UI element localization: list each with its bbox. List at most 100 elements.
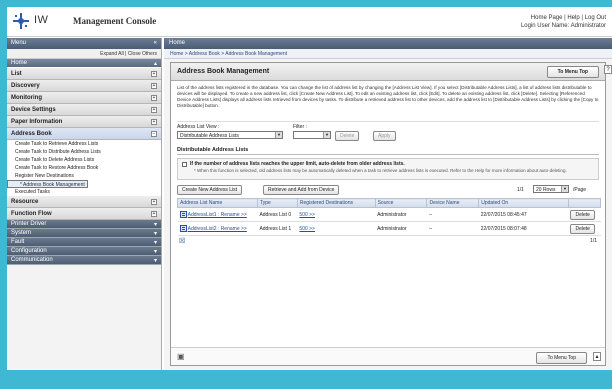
retrieve-from-device-button[interactable]: Retrieve and Add from Device — [263, 185, 340, 195]
home-page-link[interactable]: Home Page — [531, 15, 563, 21]
menu-group-communication[interactable]: Communication ▾ — [7, 256, 161, 265]
source-cell: Administrator — [375, 207, 427, 222]
menu-group-fault[interactable]: Fault ▾ — [7, 238, 161, 247]
filter-select[interactable]: ▼ — [293, 131, 331, 139]
col-updated[interactable]: Updated On — [478, 198, 569, 208]
updated-cell: 22/07/2015 08:45:47 — [478, 207, 569, 222]
col-type[interactable]: Type — [256, 198, 298, 208]
login-user: Login User Name: Administrator — [520, 23, 606, 29]
panel-footer: ▣ To Menu Top ▴ — [171, 347, 605, 365]
brand-name: IW — [34, 14, 49, 26]
delete-row-button[interactable]: Delete — [570, 223, 595, 234]
menu-group-system[interactable]: System ▾ — [7, 229, 161, 238]
auto-delete-checkbox[interactable] — [182, 162, 187, 167]
page-suffix: /Page — [573, 187, 587, 193]
page-indicator: 1/1 — [517, 187, 524, 193]
list-type: Address List 0 — [257, 207, 298, 222]
address-list-view-select[interactable]: Distributable Address Lists ▼ — [177, 131, 283, 139]
device-cell: -- — [426, 207, 479, 222]
help-icon[interactable]: ? — [604, 65, 612, 74]
section-title: Distributable Address Lists — [177, 147, 599, 155]
to-menu-top-bottom-button[interactable]: To Menu Top — [536, 352, 587, 364]
collapse-icon: − — [151, 131, 157, 137]
menu-item-restore-book[interactable]: Create Task to Restore Address Book — [7, 164, 161, 172]
list-actions: Create New Address List Retrieve and Add… — [177, 184, 599, 196]
table-footer: ☒ 1/1 — [177, 236, 599, 246]
expand-close-links[interactable]: Expand All | Close Others — [7, 49, 161, 59]
logout-link[interactable]: Log Out — [585, 15, 606, 21]
header-links: Home Page | Help | Log Out Login User Na… — [520, 15, 606, 29]
page-title: Address Book Management — [177, 68, 270, 75]
address-list-name-link[interactable]: AddressList1 : Rename >> — [188, 212, 247, 218]
updated-cell: 22/07/2015 08:07:48 — [478, 221, 569, 236]
menu-group-printer-driver[interactable]: Printer Driver ▾ — [7, 220, 161, 229]
address-list-name-link[interactable]: AddressList2 : Rename >> — [188, 226, 247, 232]
page-top-icon[interactable]: ▣ — [177, 352, 185, 361]
menu-cat-function-flow[interactable]: Function Flow + — [7, 208, 161, 220]
col-destinations[interactable]: Registered Destinations — [296, 198, 376, 208]
expand-icon: + — [151, 119, 157, 125]
delete-row-button[interactable]: Delete — [570, 209, 595, 220]
menu-item-retrieve-lists[interactable]: Create Task to Retrieve Address Lists — [7, 140, 161, 148]
panel-title-bar: Address Book Management To Menu Top — [171, 63, 605, 81]
menu-cat-resource[interactable]: Resource + — [7, 196, 161, 208]
menu-item-delete-lists[interactable]: Create Task to Delete Address Lists — [7, 156, 161, 164]
destinations-link[interactable]: 500 >> — [297, 207, 376, 222]
expand-icon: + — [151, 211, 157, 217]
menu-cat-device-settings[interactable]: Device Settings + — [7, 104, 161, 116]
delete-filter-button[interactable]: Delete — [335, 131, 360, 141]
col-name[interactable]: Address List Name — [177, 198, 258, 208]
expand-icon: + — [151, 107, 157, 113]
create-address-list-button[interactable]: Create New Address List — [177, 185, 243, 195]
rows-per-page-select[interactable]: 20 Rows ▼ — [533, 185, 569, 193]
col-action — [567, 198, 602, 208]
scroll-up-icon[interactable]: ▴ — [593, 352, 601, 361]
menu-cat-discovery[interactable]: Discovery + — [7, 80, 161, 92]
table-row: AddressList1 : Rename >> Address List 0 … — [177, 207, 601, 222]
help-link[interactable]: Help — [567, 15, 579, 21]
auto-delete-box: If the number of address lists reaches t… — [177, 158, 599, 180]
menu-title: Menu — [11, 40, 27, 46]
filter-bar: Address List View : Distributable Addres… — [177, 121, 599, 143]
address-book-panel: Address Book Management To Menu Top List… — [170, 62, 606, 366]
expand-icon: + — [151, 95, 157, 101]
menu-item-distribute-lists[interactable]: Create Task to Distribute Address Lists — [7, 148, 161, 156]
menu-cat-address-book[interactable]: Address Book − — [7, 128, 161, 140]
menu-cat-monitoring[interactable]: Monitoring + — [7, 92, 161, 104]
select-all-icon[interactable]: ☒ — [179, 237, 185, 245]
collapse-menu-icon[interactable]: « — [154, 40, 157, 47]
main-header: Home — [164, 38, 612, 49]
menu-cat-list[interactable]: List + — [7, 68, 161, 80]
table-row: AddressList2 : Rename >> Address List 1 … — [177, 221, 601, 236]
page-description: List of the address lists registered in … — [177, 85, 599, 108]
logo-icon — [13, 13, 29, 29]
menu-group-configuration[interactable]: Configuration ▾ — [7, 247, 161, 256]
menu-item-address-book-management[interactable]: * Address Book Management — [7, 180, 88, 188]
chevron-down-icon: ▼ — [323, 132, 330, 138]
col-device[interactable]: Device Name — [426, 198, 480, 208]
apply-filter-button[interactable]: Apply — [373, 131, 396, 141]
menu-item-register-destinations[interactable]: Register New Destinations — [7, 172, 161, 180]
breadcrumb[interactable]: Home > Address Book > Address Book Manag… — [164, 49, 612, 59]
chevron-down-icon: ▼ — [561, 186, 568, 192]
app-title: Management Console — [73, 16, 157, 26]
source-cell: Administrator — [375, 221, 427, 236]
console-window: IW Management Console Home Page | Help |… — [7, 7, 612, 370]
menu-group-home[interactable]: Home ▴ — [7, 59, 161, 68]
filter-label: Filter : — [293, 124, 307, 130]
to-menu-top-button[interactable]: To Menu Top — [546, 66, 599, 78]
expand-icon: + — [151, 83, 157, 89]
address-list-table: Address List Name Type Registered Destin… — [177, 198, 602, 236]
view-label: Address List View : — [177, 124, 220, 130]
menu-item-executed-tasks[interactable]: Executed Tasks — [7, 188, 161, 196]
device-cell: -- — [426, 221, 479, 236]
auto-delete-note: * When this function is selected, old ad… — [194, 168, 567, 173]
destinations-link[interactable]: 500 >> — [297, 221, 376, 236]
left-menu: Menu « Expand All | Close Others Home ▴ L… — [7, 38, 162, 370]
address-list-icon — [179, 211, 187, 218]
address-list-icon — [179, 225, 187, 232]
menu-cat-paper-information[interactable]: Paper Information + — [7, 116, 161, 128]
total-pages: 1/1 — [590, 238, 597, 244]
auto-delete-label: If the number of address lists reaches t… — [190, 161, 405, 167]
col-source[interactable]: Source — [374, 198, 428, 208]
